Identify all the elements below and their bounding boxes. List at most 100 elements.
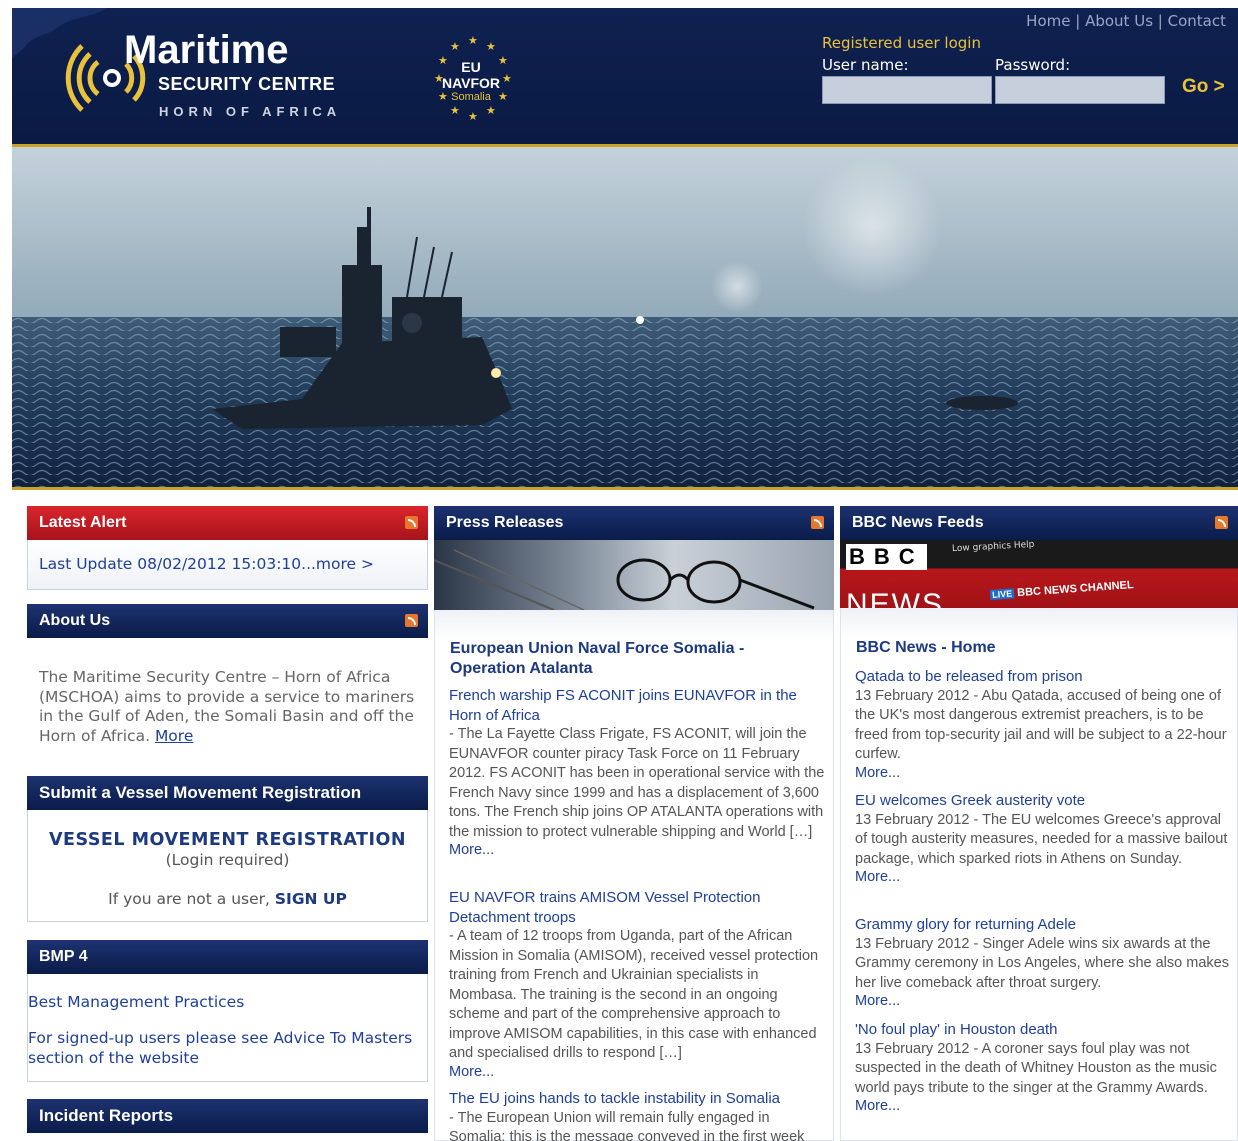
bbc-item-body: 13 February 2012 - The EU welcomes Greec… [855, 811, 1228, 867]
bbc-item-more-link[interactable]: More... [855, 993, 1231, 1009]
bbc-banner-channel: LIVE BBC NEWS CHANNEL [989, 578, 1135, 601]
press-releases-banner-image [434, 540, 834, 610]
eu-logo-line3: Somalia [451, 91, 492, 103]
svg-text:★: ★ [486, 104, 496, 117]
signup-line: If you are not a user, SIGN UP [28, 890, 427, 908]
vessel-registration-link[interactable]: VESSEL MOVEMENT REGISTRATION [28, 830, 427, 850]
bbc-item-title[interactable]: Qatada to be released from prison [855, 667, 1231, 687]
nav-separator: | [1157, 12, 1163, 30]
svg-text:★: ★ [450, 40, 460, 53]
svg-text:★: ★ [450, 104, 460, 117]
bbc-item: EU welcomes Greek austerity vote 13 Febr… [855, 791, 1231, 885]
rss-icon[interactable] [811, 516, 824, 529]
press-item-title[interactable]: The EU joins hands to tackle instability… [449, 1089, 827, 1109]
press-item-title[interactable]: EU NAVFOR trains AMISOM Vessel Protectio… [449, 888, 827, 927]
username-label: User name: [822, 56, 909, 74]
bmp4-header: BMP 4 [27, 940, 428, 974]
bbc-logo: BBC [846, 544, 927, 570]
bbc-item-title[interactable]: 'No foul play' in Houston death [855, 1020, 1231, 1040]
bmp4-title: BMP 4 [39, 948, 88, 965]
incident-reports-title: Incident Reports [39, 1106, 174, 1125]
about-us-title: About Us [39, 612, 111, 629]
bbc-item-body: 13 February 2012 - Abu Qatada, accused o… [855, 687, 1227, 763]
bbc-news-banner-image: BBC Low graphics Help NEWS LIVE BBC NEWS… [840, 540, 1238, 608]
latest-alert-text[interactable]: Last Update 08/02/2012 15:03:10...more > [39, 555, 374, 573]
vessel-registration-title: Submit a Vessel Movement Registration [39, 783, 362, 802]
svg-text:★: ★ [502, 72, 512, 85]
top-nav: Home | About Us | Contact [1026, 12, 1226, 30]
nav-about-link[interactable]: About Us [1085, 12, 1153, 30]
press-releases-header: Press Releases [434, 506, 834, 540]
bbc-news-title: BBC News Feeds [852, 514, 984, 531]
signup-link[interactable]: SIGN UP [275, 890, 347, 908]
logo-subtitle: SECURITY CENTRE [158, 74, 336, 94]
svg-text:★: ★ [438, 54, 448, 67]
press-item-body: - The La Fayette Class Frigate, FS ACONI… [449, 726, 825, 840]
bbc-heading[interactable]: BBC News - Home [856, 639, 996, 657]
logo-title: Maritime [124, 28, 289, 72]
bbc-item-body: 13 February 2012 - A coroner says foul p… [855, 1040, 1217, 1096]
press-releases-title: Press Releases [446, 514, 564, 531]
bbc-item: Grammy glory for returning Adele 13 Febr… [855, 915, 1231, 1009]
vessel-registration-header: Submit a Vessel Movement Registration [27, 776, 428, 810]
nav-home-link[interactable]: Home [1026, 12, 1070, 30]
best-management-practices-link[interactable]: Best Management Practices [28, 993, 244, 1011]
nav-contact-link[interactable]: Contact [1168, 12, 1226, 30]
eu-logo-line1: EU [461, 59, 480, 75]
bbc-item-more-link[interactable]: More... [855, 765, 1231, 781]
about-us-text-block: The Maritime Security Centre – Horn of A… [39, 668, 419, 746]
nav-separator: | [1075, 12, 1081, 30]
svg-text:★: ★ [468, 34, 478, 47]
password-input[interactable] [995, 76, 1165, 104]
svg-text:★: ★ [486, 40, 496, 53]
signup-prefix: If you are not a user, [108, 890, 270, 908]
about-us-header: About Us [27, 604, 428, 638]
login-go-button[interactable]: Go > [1182, 76, 1225, 98]
vessel-registration-body: VESSEL MOVEMENT REGISTRATION (Login requ… [27, 810, 428, 922]
press-item: French warship FS ACONIT joins EUNAVFOR … [449, 686, 827, 858]
username-input[interactable] [822, 76, 992, 104]
incident-reports-header: Incident Reports [27, 1099, 428, 1133]
site-header: Maritime SECURITY CENTRE HORN OF AFRICA … [12, 8, 1238, 147]
svg-text:★: ★ [438, 90, 448, 103]
rss-icon[interactable] [405, 516, 418, 529]
bbc-live-badge: LIVE [989, 588, 1015, 601]
advice-to-masters-link[interactable]: For signed-up users please see Advice To… [28, 1028, 428, 1068]
bbc-item-body: 13 February 2012 - Singer Adele wins six… [855, 935, 1229, 991]
bbc-item-more-link[interactable]: More... [855, 869, 1231, 885]
svg-text:★: ★ [498, 90, 508, 103]
logo-tagline: HORN OF AFRICA [159, 104, 342, 119]
login-required-note: (Login required) [165, 851, 290, 869]
press-heading: European Union Naval Force Somalia - Ope… [450, 640, 745, 677]
press-item-body: - The European Union will remain fully e… [449, 1109, 805, 1141]
bbc-item-title[interactable]: Grammy glory for returning Adele [855, 915, 1231, 935]
press-item: The EU joins hands to tackle instability… [449, 1089, 827, 1141]
svg-text:★: ★ [468, 110, 478, 123]
bbc-item: Qatada to be released from prison 13 Feb… [855, 667, 1231, 781]
press-item-more-link[interactable]: More... [449, 1064, 827, 1080]
bbc-item: 'No foul play' in Houston death 13 Febru… [855, 1020, 1231, 1141]
bmp4-body: Best Management Practices For signed-up … [27, 974, 428, 1082]
bbc-channel-name: BBC NEWS CHANNEL [1016, 578, 1135, 600]
bbc-item-title[interactable]: EU welcomes Greek austerity vote [855, 791, 1231, 811]
rss-icon[interactable] [1215, 516, 1228, 529]
bbc-item-more-link[interactable]: More... [855, 1098, 1231, 1114]
press-item-more-link[interactable]: More... [449, 842, 827, 858]
bbc-banner-news: NEWS [846, 588, 944, 608]
svg-text:★: ★ [498, 54, 508, 67]
latest-alert-title: Latest Alert [39, 514, 127, 531]
hero-image-warship [12, 147, 1238, 490]
press-item: EU NAVFOR trains AMISOM Vessel Protectio… [449, 888, 827, 1080]
press-item-title[interactable]: French warship FS ACONIT joins EUNAVFOR … [449, 686, 827, 725]
rss-icon[interactable] [405, 614, 418, 627]
latest-alert-header: Latest Alert [27, 506, 428, 540]
eu-logo-line2: NAVFOR [442, 75, 500, 91]
press-item-body: - A team of 12 troops from Uganda, part … [449, 928, 819, 1061]
latest-alert-body: Last Update 08/02/2012 15:03:10...more > [27, 540, 428, 590]
bbc-logo-text: BBC [846, 544, 927, 570]
about-us-text: The Maritime Security Centre – Horn of A… [39, 668, 415, 745]
about-us-more-link[interactable]: More [155, 727, 193, 745]
bbc-banner-links: Low graphics Help [951, 540, 1035, 555]
password-label: Password: [995, 56, 1071, 74]
bbc-news-header: BBC News Feeds [840, 506, 1238, 540]
